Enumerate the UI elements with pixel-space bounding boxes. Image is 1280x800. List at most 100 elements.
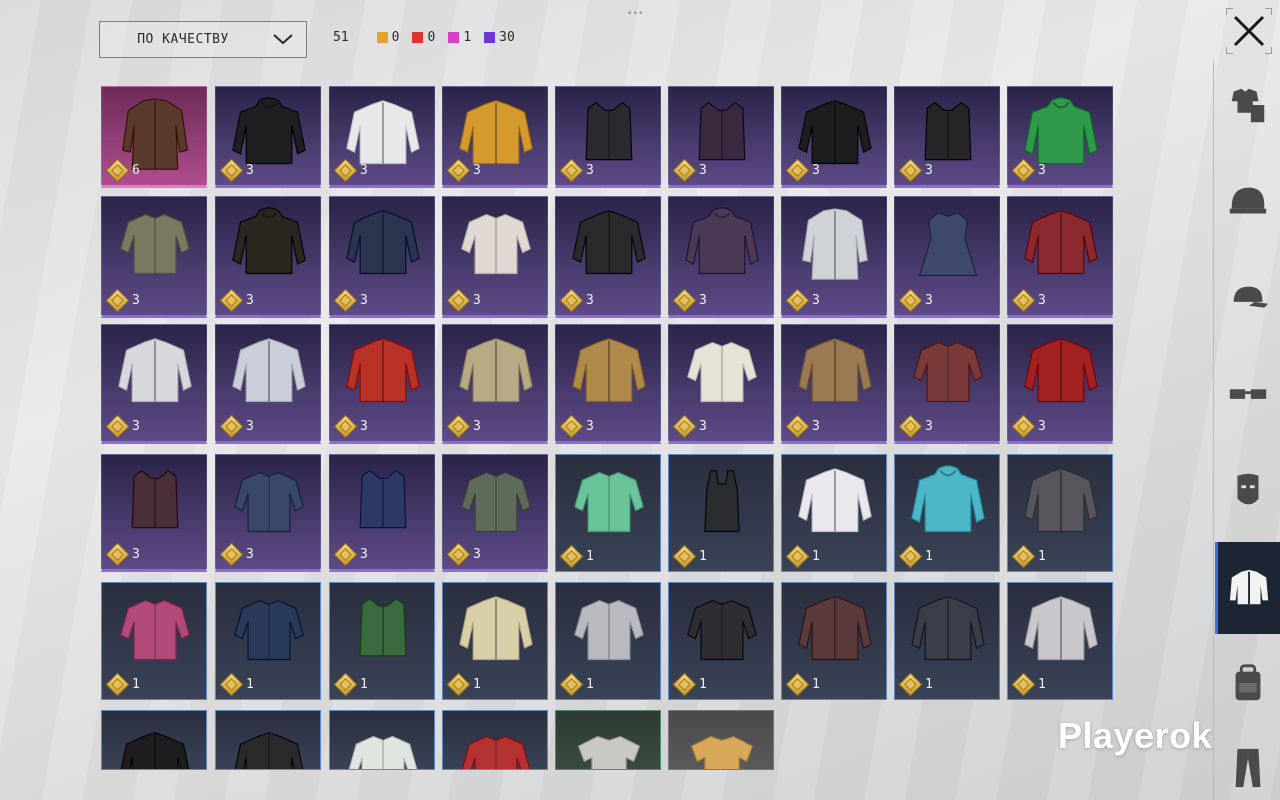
item-cell[interactable]	[668, 710, 774, 770]
item-cell[interactable]: 3	[215, 324, 321, 444]
drag-handle-icon[interactable]: •••	[628, 8, 645, 19]
item-count-badge: 1	[898, 544, 933, 569]
item-count-badge: 3	[219, 542, 254, 567]
item-cell[interactable]: 3	[894, 324, 1000, 444]
item-cell[interactable]: 3	[668, 324, 774, 444]
item-count-badge: 3	[559, 414, 594, 439]
item-cell[interactable]: 1	[215, 582, 321, 700]
item-count: 1	[812, 549, 820, 564]
close-button[interactable]	[1226, 8, 1272, 54]
item-cell[interactable]: 3	[1007, 196, 1113, 318]
sidebar-item-backpack[interactable]	[1215, 638, 1280, 730]
vest-icon	[359, 469, 407, 529]
item-count-badge: 3	[898, 158, 933, 183]
item-count-badge: 1	[672, 544, 707, 569]
item-cell[interactable]: 1	[894, 582, 1000, 700]
sort-dropdown[interactable]: ПО КАЧЕСТВУ	[99, 21, 307, 58]
jacket-icon	[234, 732, 304, 769]
item-cell[interactable]: 1	[668, 454, 774, 572]
item-cell[interactable]: 3	[442, 86, 548, 188]
coupon-icon	[1011, 158, 1036, 183]
item-cell[interactable]: 3	[442, 196, 548, 318]
item-cell[interactable]: 1	[781, 454, 887, 572]
jacket-icon	[346, 210, 420, 275]
item-count-badge: 1	[785, 672, 820, 697]
item-count-badge: 3	[559, 288, 594, 313]
item-cell[interactable]: 3	[894, 196, 1000, 318]
coupon-icon	[559, 672, 584, 697]
sidebar-item-glasses[interactable]	[1215, 350, 1280, 442]
item-cell[interactable]: 3	[215, 196, 321, 318]
item-cell[interactable]: 3	[555, 324, 661, 444]
item-cell[interactable]: 3	[668, 86, 774, 188]
item-cell[interactable]	[101, 710, 207, 770]
item-count: 3	[1038, 163, 1046, 178]
item-cell[interactable]: 3	[442, 454, 548, 572]
item-cell[interactable]: 3	[101, 196, 207, 318]
item-cell[interactable]: 3	[329, 324, 435, 444]
item-count-badge: 3	[785, 288, 820, 313]
coupon-icon	[785, 544, 810, 569]
counter-orange: 0	[376, 30, 399, 45]
item-cell[interactable]: 3	[215, 454, 321, 572]
sidebar-item-cap[interactable]	[1215, 253, 1280, 345]
item-cell[interactable]: 3	[555, 196, 661, 318]
jacket-icon	[798, 338, 872, 403]
counter-pink: 1	[448, 30, 471, 45]
item-cell[interactable]: 3	[668, 196, 774, 318]
item-cell[interactable]: 3	[101, 454, 207, 572]
item-cell[interactable]: 3	[781, 324, 887, 444]
item-cell[interactable]: 3	[329, 454, 435, 572]
item-cell[interactable]	[329, 710, 435, 770]
item-count-badge: 3	[446, 288, 481, 313]
item-cell[interactable]: 1	[894, 454, 1000, 572]
jacket-icon	[1229, 569, 1268, 605]
sidebar-item-outfit[interactable]	[1215, 60, 1280, 152]
glasses-icon	[1229, 389, 1267, 399]
item-cell[interactable]: 6	[101, 86, 207, 188]
item-cell[interactable]: 3	[329, 196, 435, 318]
item-cell[interactable]: 3	[101, 324, 207, 444]
item-count-badge: 1	[105, 672, 140, 697]
item-cell[interactable]: 3	[329, 86, 435, 188]
item-count-badge: 1	[785, 544, 820, 569]
item-cell[interactable]: 1	[1007, 454, 1113, 572]
item-cell[interactable]: 3	[894, 86, 1000, 188]
item-count: 3	[699, 293, 707, 308]
item-cell[interactable]: 3	[781, 86, 887, 188]
item-cell[interactable]: 3	[555, 86, 661, 188]
shirt-icon	[574, 471, 644, 533]
item-cell[interactable]	[555, 710, 661, 770]
sidebar-item-mask[interactable]	[1215, 446, 1280, 538]
item-count-badge: 1	[898, 672, 933, 697]
item-cell[interactable]: 3	[1007, 86, 1113, 188]
item-cell[interactable]: 1	[442, 582, 548, 700]
item-cell[interactable]: 3	[1007, 324, 1113, 444]
outfit-icon	[1231, 88, 1265, 123]
item-cell[interactable]: 1	[101, 582, 207, 700]
item-cell[interactable]: 1	[668, 582, 774, 700]
item-cell[interactable]: 1	[555, 582, 661, 700]
item-cell[interactable]	[442, 710, 548, 770]
item-count: 1	[699, 677, 707, 692]
item-count-badge: 3	[672, 158, 707, 183]
sidebar-item-pants[interactable]	[1215, 734, 1280, 800]
sidebar-item-jacket[interactable]	[1215, 542, 1280, 634]
item-cell[interactable]: 1	[781, 582, 887, 700]
item-count: 3	[132, 419, 140, 434]
item-cell[interactable]: 3	[442, 324, 548, 444]
coupon-icon	[898, 414, 923, 439]
item-cell[interactable]: 1	[329, 582, 435, 700]
item-count-badge: 1	[1011, 544, 1046, 569]
item-cell[interactable]: 3	[781, 196, 887, 318]
mythic-square-icon	[412, 32, 424, 43]
vest-icon	[131, 469, 179, 529]
item-count: 3	[473, 419, 481, 434]
item-cell[interactable]: 1	[1007, 582, 1113, 700]
sidebar-item-helmet[interactable]	[1215, 156, 1280, 248]
item-count: 3	[586, 419, 594, 434]
item-cell[interactable]: 1	[555, 454, 661, 572]
coupon-icon	[446, 288, 471, 313]
item-cell[interactable]: 3	[215, 86, 321, 188]
item-cell[interactable]	[215, 710, 321, 770]
